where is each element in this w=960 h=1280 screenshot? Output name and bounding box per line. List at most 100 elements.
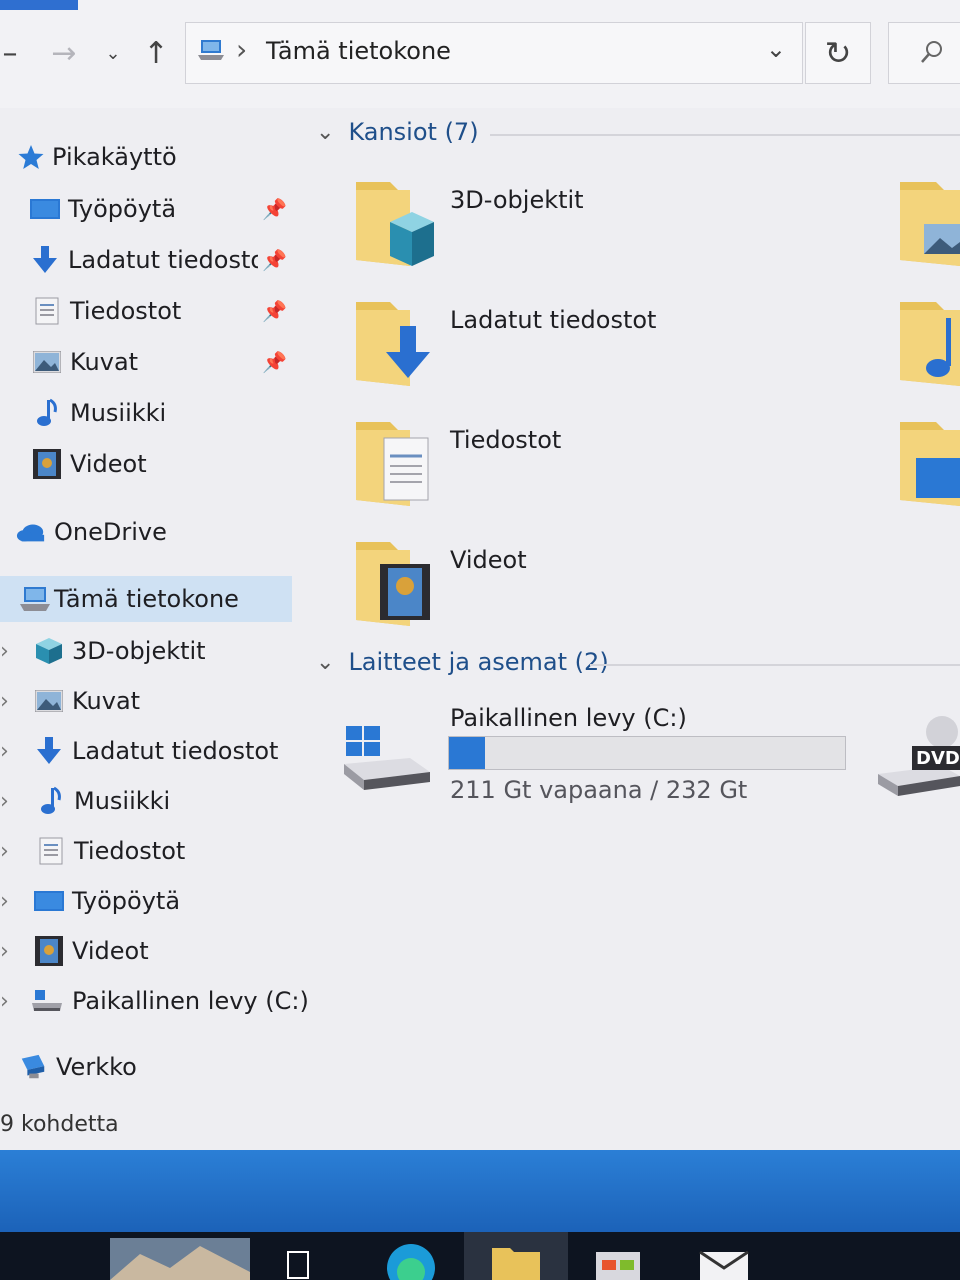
folder-label: Videot	[450, 546, 527, 574]
chevron-right-icon[interactable]: ›	[0, 839, 9, 864]
up-button[interactable]: ↑	[138, 30, 174, 76]
chevron-down-icon[interactable]: ⌄	[316, 120, 334, 145]
back-button[interactable]: –	[0, 30, 20, 76]
sidebar-item-label: Ladatut tiedostot	[68, 246, 258, 274]
drive-usage-bar	[448, 736, 846, 770]
sidebar-item-music-quick[interactable]: Musiikki	[0, 390, 300, 436]
folder-3d-objects-icon	[356, 182, 434, 266]
pin-icon[interactable]: 📌	[262, 197, 287, 221]
edge-browser-icon[interactable]	[384, 1238, 438, 1280]
sidebar-item-label: Videot	[72, 937, 149, 965]
documents-icon	[36, 836, 66, 866]
documents-icon	[32, 296, 62, 326]
chevron-right-icon[interactable]: ›	[0, 689, 9, 714]
music-icon	[36, 786, 66, 816]
folder-label: Tiedostot	[450, 426, 562, 454]
folder-music-icon[interactable]	[896, 296, 960, 392]
refresh-button[interactable]: ↻	[805, 22, 871, 84]
chevron-right-icon[interactable]: ›	[0, 639, 9, 664]
search-icon	[921, 41, 942, 63]
mail-icon[interactable]	[696, 1238, 752, 1280]
sidebar-item-downloads-quick[interactable]: Ladatut tiedostot 📌	[0, 237, 300, 283]
forward-button[interactable]: →	[44, 30, 84, 76]
pin-icon[interactable]: 📌	[262, 299, 287, 323]
sidebar-item-quick-access[interactable]: Pikakäyttö	[0, 134, 300, 180]
task-view-icon[interactable]	[284, 1238, 314, 1280]
taskbar	[0, 1150, 960, 1280]
sidebar-item-label: Tiedostot	[74, 837, 186, 865]
computer-icon	[198, 40, 224, 60]
computer-icon	[20, 584, 50, 614]
sidebar-item-documents-quick[interactable]: Tiedostot 📌	[0, 288, 300, 334]
sidebar-item-3d-objects[interactable]: › 3D-objektit	[0, 628, 300, 674]
section-divider	[590, 664, 960, 666]
drive-usage-fill	[449, 737, 485, 769]
refresh-icon: ↻	[824, 34, 852, 72]
sidebar-item-this-pc[interactable]: Tämä tietokone	[0, 576, 292, 622]
chevron-right-icon[interactable]: ›	[0, 789, 9, 814]
sidebar-item-documents[interactable]: › Tiedostot	[0, 828, 300, 874]
navigation-pane: Pikakäyttö Työpöytä 📌 Ladatut tiedostot …	[0, 108, 309, 1148]
star-icon	[16, 142, 46, 172]
search-box[interactable]	[888, 22, 960, 84]
sidebar-item-desktop[interactable]: › Työpöytä	[0, 878, 300, 924]
sidebar-item-label: Ladatut tiedostot	[72, 737, 279, 765]
arrow-up-icon: ↑	[143, 35, 169, 71]
taskbar-active-app[interactable]	[464, 1232, 568, 1280]
desktop-thumbnail-icon[interactable]	[110, 1238, 250, 1280]
folder-desktop-icon[interactable]	[896, 416, 960, 512]
chevron-right-icon[interactable]: ›	[0, 889, 9, 914]
drive-icon	[32, 986, 62, 1016]
download-icon	[34, 736, 64, 766]
sidebar-item-label: OneDrive	[54, 518, 167, 546]
chevron-down-icon[interactable]: ⌄	[316, 650, 334, 675]
music-icon	[32, 398, 62, 428]
arrow-right-icon: →	[51, 35, 77, 71]
sidebar-item-pictures-quick[interactable]: Kuvat 📌	[0, 339, 300, 385]
dvd-drive-tile[interactable]: DVD	[876, 714, 960, 800]
sidebar-item-label: Kuvat	[70, 348, 139, 376]
sidebar-item-local-disk[interactable]: › Paikallinen levy (C:)	[0, 978, 309, 1024]
file-explorer-icon	[492, 1248, 540, 1280]
pin-icon[interactable]: 📌	[262, 248, 287, 272]
section-folders-header[interactable]: ⌄ Kansiot (7)	[316, 118, 479, 146]
sidebar-item-desktop-quick[interactable]: Työpöytä 📌	[0, 186, 300, 232]
folder-label: Ladatut tiedostot	[450, 306, 657, 334]
address-bar[interactable]: › Tämä tietokone ⌄	[185, 22, 803, 84]
sidebar-item-label: Työpöytä	[72, 887, 181, 915]
chevron-right-icon[interactable]: ›	[0, 939, 9, 964]
pictures-icon	[34, 686, 64, 716]
drive-free-space: 211 Gt vapaana / 232 Gt	[450, 776, 748, 804]
sidebar-item-label: Kuvat	[72, 687, 141, 715]
sidebar-item-label: Verkko	[56, 1053, 137, 1081]
sidebar-item-downloads[interactable]: › Ladatut tiedostot	[0, 728, 300, 774]
folder-pictures-icon[interactable]	[896, 176, 960, 272]
section-title: Laitteet ja asemat (2)	[348, 648, 609, 676]
folder-label: 3D-objektit	[450, 186, 584, 214]
sidebar-item-music[interactable]: › Musiikki	[0, 778, 300, 824]
breadcrumb-location[interactable]: Tämä tietokone	[266, 37, 451, 65]
window-accent	[0, 0, 78, 10]
videos-icon	[34, 936, 64, 966]
pin-icon[interactable]: 📌	[262, 350, 287, 374]
section-devices-header[interactable]: ⌄ Laitteet ja asemat (2)	[316, 648, 609, 676]
sidebar-item-label: Pikakäyttö	[52, 143, 177, 171]
desktop-icon	[30, 194, 60, 224]
address-dropdown-icon[interactable]: ⌄	[766, 35, 786, 63]
chevron-right-icon[interactable]: ›	[0, 739, 9, 764]
section-title: Kansiot (7)	[348, 118, 479, 146]
folder-downloads-icon	[356, 302, 430, 386]
sidebar-item-videos[interactable]: › Videot	[0, 928, 300, 974]
dvd-label: DVD	[916, 748, 960, 769]
chevron-right-icon[interactable]: ›	[0, 989, 9, 1014]
sidebar-item-videos-quick[interactable]: Videot	[0, 441, 300, 487]
sidebar-item-pictures[interactable]: › Kuvat	[0, 678, 300, 724]
sidebar-item-network[interactable]: Verkko	[0, 1044, 300, 1090]
sidebar-item-label: Työpöytä	[68, 195, 177, 223]
drive-name: Paikallinen levy (C:)	[450, 704, 687, 732]
store-icon[interactable]	[592, 1238, 644, 1280]
recent-locations-button[interactable]: ⌄	[98, 30, 128, 76]
windows-drive-icon	[344, 726, 430, 790]
folder-documents-icon	[356, 422, 429, 506]
sidebar-item-onedrive[interactable]: OneDrive	[0, 509, 300, 555]
